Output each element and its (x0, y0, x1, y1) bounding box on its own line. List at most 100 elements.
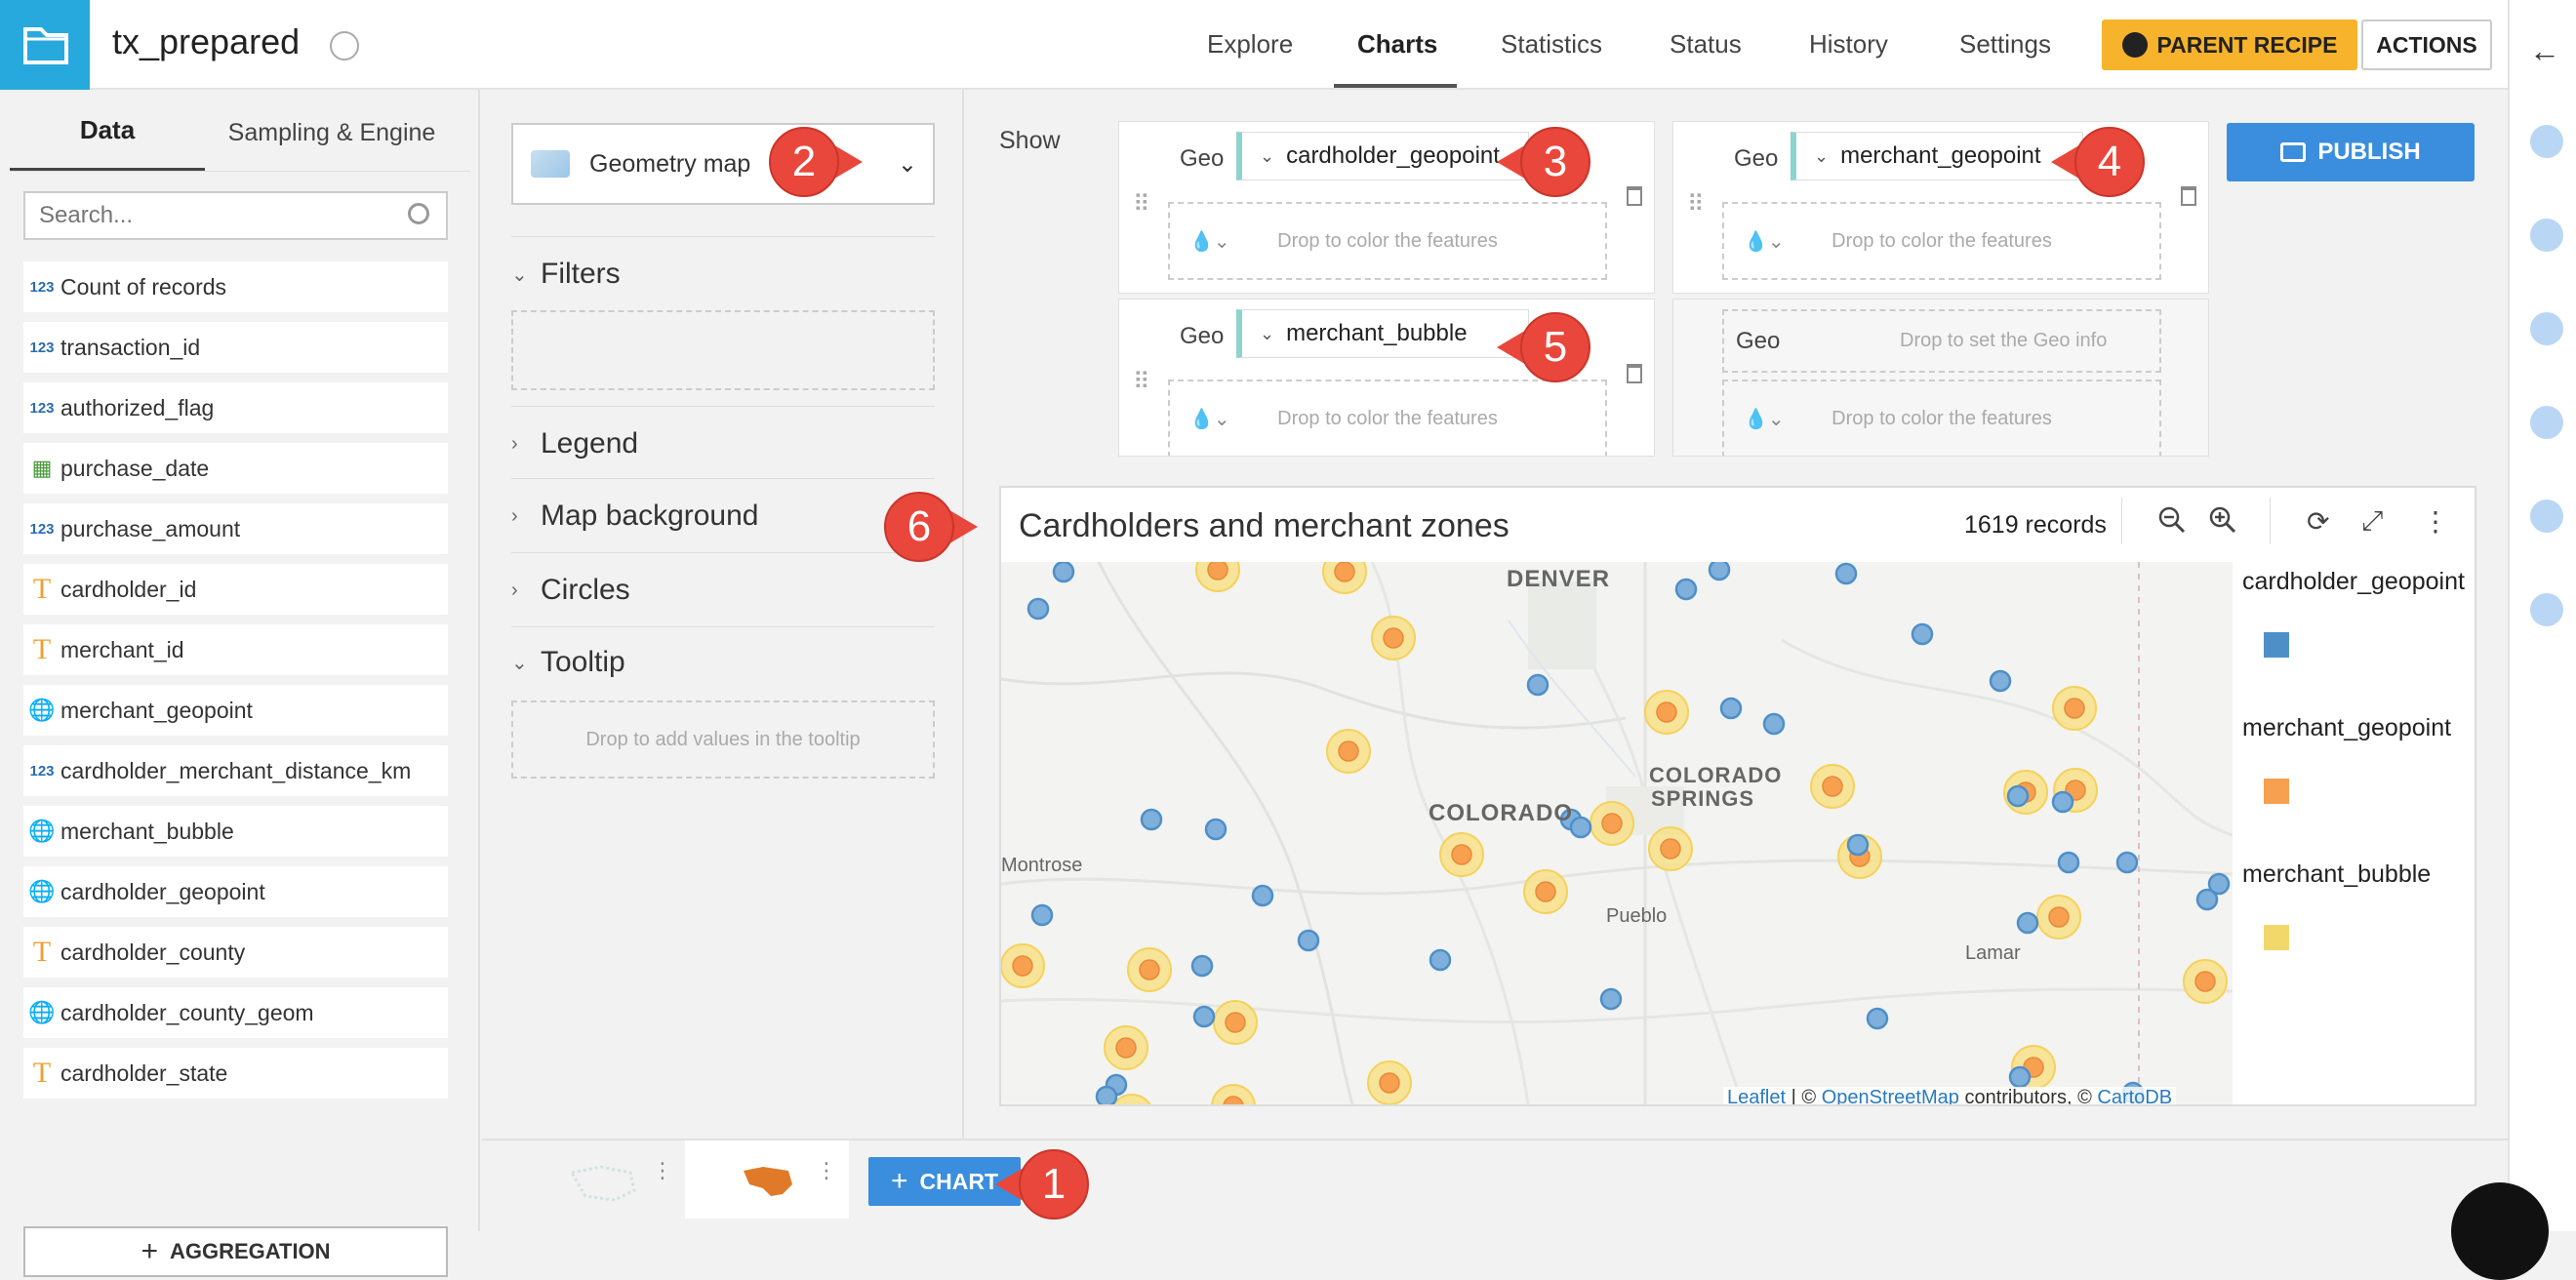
column-item[interactable]: Tcardholder_id (23, 564, 448, 615)
layer-pill-merchant-bubble[interactable]: ⌄ merchant_bubble (1236, 309, 1529, 358)
back-arrow-icon[interactable]: ← (2529, 33, 2560, 69)
layer-pill-cardholder-geopoint[interactable]: ⌄ cardholder_geopoint (1236, 132, 1529, 180)
map-canvas[interactable]: DENVER COLORADO COLORADO SPRINGS Montros… (1001, 562, 2233, 1104)
add-aggregation-button[interactable]: + AGGREGATION (23, 1226, 448, 1277)
column-item[interactable]: 123 transaction_id (23, 322, 448, 373)
color-drop-icon[interactable]: 💧⌄ (1744, 229, 1785, 254)
drag-handle-icon[interactable]: ⠿ (1687, 190, 1705, 219)
layer-pill-merchant-geopoint[interactable]: ⌄ merchant_geopoint (1791, 132, 2083, 180)
actions-button[interactable]: ACTIONS (2361, 20, 2492, 70)
legend-section[interactable]: › Legend (511, 427, 935, 460)
drag-handle-icon[interactable]: ⠿ (1133, 368, 1150, 396)
nav-settings[interactable]: Settings (1959, 29, 2051, 60)
color-drop-icon[interactable]: 💧⌄ (1744, 407, 1785, 431)
date-type-icon: ▦ (31, 456, 53, 480)
column-item[interactable]: 🌐 merchant_bubble (23, 806, 448, 857)
legend-swatch-merchant-bubble[interactable] (2264, 925, 2289, 950)
chart-type-select[interactable]: Geometry map ⌄ (511, 123, 935, 205)
chevron-down-icon[interactable]: ⌄ (1814, 146, 1829, 167)
circles-section[interactable]: › Circles (511, 574, 935, 607)
tooltip-section[interactable]: ⌄ Tooltip (511, 646, 935, 679)
more-options-icon[interactable]: ⋮ (2422, 505, 2449, 538)
color-drop-zone[interactable]: 💧⌄ Drop to color the features (1722, 202, 2161, 280)
column-name: cardholder_geopoint (60, 878, 265, 904)
trash-icon[interactable] (1627, 364, 1642, 383)
expand-icon[interactable]: ⤢ (2361, 505, 2383, 538)
color-drop-zone[interactable]: 💧⌄ Drop to color the features (1168, 380, 1607, 456)
place-label-colorado-springs-2: SPRINGS (1651, 786, 1755, 811)
trash-icon[interactable] (2181, 186, 2196, 206)
settings-link-icon[interactable] (330, 31, 359, 60)
nav-charts[interactable]: Charts (1357, 29, 1437, 60)
cardholder-geopoint-mark (1989, 669, 2012, 693)
merchant-geopoint-mark (2194, 971, 2216, 992)
callout-number: 1 (1019, 1149, 1089, 1220)
column-item[interactable]: ▦ purchase_date (23, 443, 448, 494)
merchant-geopoint-mark (1012, 955, 1033, 977)
chart-thumb-1[interactable]: ⋮ (521, 1140, 685, 1219)
chevron-right-icon: › (511, 504, 518, 527)
more-options-icon[interactable]: ⋮ (816, 1158, 837, 1183)
zoom-in-icon[interactable] (2208, 505, 2237, 541)
column-item[interactable]: 🌐 merchant_geopoint (23, 685, 448, 736)
merchant-geopoint-mark (1225, 1012, 1246, 1033)
column-item[interactable]: Tcardholder_state (23, 1048, 448, 1099)
chat-support-icon[interactable] (2451, 1182, 2549, 1280)
column-item[interactable]: 🌐 cardholder_county_geom (23, 987, 448, 1038)
dataset-folder-icon[interactable] (0, 0, 90, 90)
info-icon[interactable] (2530, 219, 2563, 252)
nav-statistics[interactable]: Statistics (1501, 29, 1602, 60)
tooltip-drop-zone[interactable]: Drop to add values in the tooltip (511, 700, 935, 779)
nav-history[interactable]: History (1809, 29, 1888, 60)
column-item[interactable]: 123 purchase_amount (23, 503, 448, 554)
filters-section[interactable]: ⌄ Filters (511, 258, 935, 291)
plus-icon: + (141, 1235, 158, 1267)
trash-icon[interactable] (1627, 186, 1642, 206)
zoom-out-icon[interactable] (2157, 505, 2187, 541)
filters-drop-zone[interactable] (511, 310, 935, 390)
color-drop-icon[interactable]: 💧⌄ (1189, 229, 1230, 254)
publish-button[interactable]: PUBLISH (2227, 123, 2475, 181)
history-icon[interactable] (2530, 593, 2563, 626)
chevron-down-icon[interactable]: ⌄ (1260, 324, 1274, 344)
refresh-icon[interactable]: ⟳ (2307, 505, 2329, 538)
chevron-down-icon[interactable]: ⌄ (1260, 146, 1274, 167)
color-drop-icon[interactable]: 💧⌄ (1189, 407, 1230, 431)
geo-drop-zone[interactable]: Geo Drop to set the Geo info (1722, 309, 2161, 373)
lab-icon[interactable] (2530, 500, 2563, 533)
column-item[interactable]: Tmerchant_id (23, 624, 448, 675)
add-icon[interactable] (2530, 125, 2563, 158)
discussion-icon[interactable] (2530, 406, 2563, 439)
nav-explore[interactable]: Explore (1207, 29, 1293, 60)
chart-thumb-2[interactable]: ⋮ (685, 1140, 849, 1219)
color-drop-zone[interactable]: 💧⌄ Drop to color the features (1168, 202, 1607, 280)
text-type-icon: T (32, 573, 52, 605)
column-search-input[interactable] (23, 191, 448, 240)
column-item[interactable]: Tcardholder_county (23, 927, 448, 978)
attrib-contrib: contributors, © (1964, 1087, 2092, 1104)
tab-sampling-engine[interactable]: Sampling & Engine (224, 119, 439, 147)
cartodb-link[interactable]: CartoDB (2097, 1087, 2172, 1104)
nav-status[interactable]: Status (1670, 29, 1742, 60)
column-item[interactable]: 123 Count of records (23, 261, 448, 312)
legend-swatch-cardholder-geopoint[interactable] (2264, 632, 2289, 658)
legend-swatch-merchant-geopoint[interactable] (2264, 779, 2289, 804)
osm-link[interactable]: OpenStreetMap (1822, 1087, 1959, 1104)
drag-handle-icon[interactable]: ⠿ (1133, 190, 1150, 219)
more-options-icon[interactable]: ⋮ (652, 1158, 673, 1183)
column-item[interactable]: 🌐 cardholder_geopoint (23, 866, 448, 917)
leaflet-link[interactable]: Leaflet (1727, 1087, 1786, 1104)
attrib-sep: | (1791, 1087, 1796, 1104)
list-icon[interactable] (2530, 312, 2563, 345)
color-drop-zone[interactable]: 💧⌄ Drop to color the features (1722, 380, 2161, 456)
column-item[interactable]: 123 cardholder_merchant_distance_km (23, 745, 448, 796)
column-name: authorized_flag (60, 394, 215, 420)
right-rail: ← (2508, 0, 2576, 1231)
parent-recipe-button[interactable]: PARENT RECIPE (2102, 20, 2357, 70)
numeric-type-icon: 123 (29, 278, 55, 296)
column-item[interactable]: 123 authorized_flag (23, 382, 448, 433)
column-name: merchant_id (60, 636, 184, 662)
chart-title[interactable]: Cardholders and merchant zones (1019, 507, 1509, 545)
tab-data[interactable]: Data (10, 115, 205, 145)
map-background-section[interactable]: › Map background (511, 500, 935, 533)
